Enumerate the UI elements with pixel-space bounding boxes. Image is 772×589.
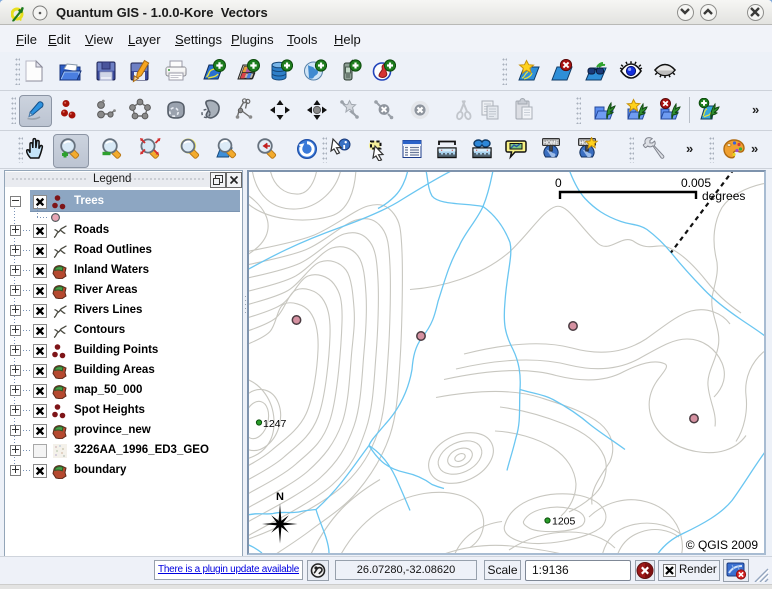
svg-text:degrees: degrees	[702, 189, 745, 203]
svg-text:0.005: 0.005	[681, 176, 711, 190]
svg-text:HOME: HOME	[543, 140, 559, 146]
svg-text:N: N	[276, 491, 284, 503]
svg-text:1247: 1247	[263, 418, 287, 430]
svg-text:0: 0	[555, 176, 562, 190]
svg-text:1205: 1205	[552, 516, 576, 528]
svg-text:© QGIS 2009: © QGIS 2009	[686, 538, 759, 552]
